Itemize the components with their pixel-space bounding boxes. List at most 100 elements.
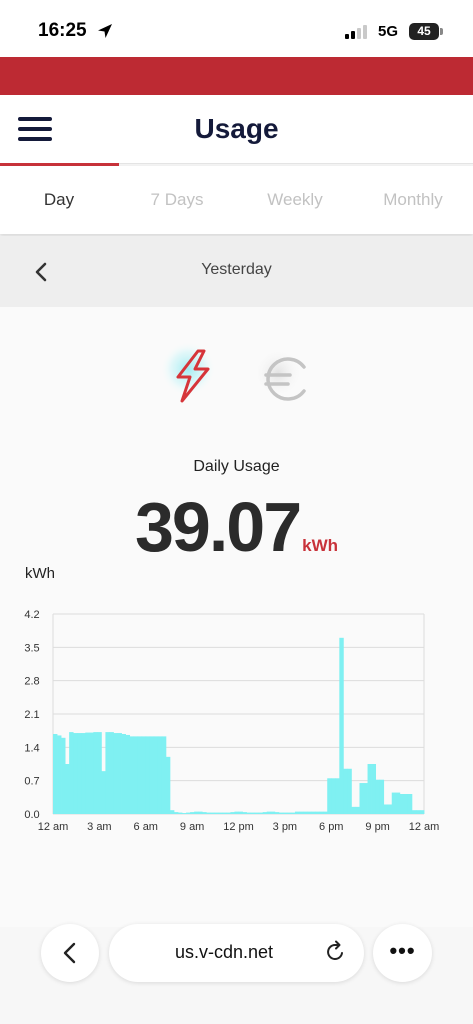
- usage-bar[interactable]: [117, 733, 122, 814]
- usage-bar[interactable]: [234, 811, 239, 814]
- usage-bar[interactable]: [290, 812, 296, 814]
- usage-bar[interactable]: [194, 811, 199, 814]
- usage-bar[interactable]: [157, 736, 163, 814]
- usage-bar[interactable]: [391, 792, 397, 814]
- usage-bar[interactable]: [331, 778, 336, 814]
- euro-icon[interactable]: [252, 347, 316, 411]
- usage-bar[interactable]: [105, 732, 110, 814]
- usage-bar[interactable]: [262, 812, 268, 814]
- usage-bar[interactable]: [121, 734, 126, 814]
- usage-bar[interactable]: [311, 811, 316, 814]
- usage-bar[interactable]: [97, 732, 102, 814]
- usage-bar[interactable]: [214, 812, 219, 814]
- usage-bar[interactable]: [85, 732, 90, 814]
- usage-bar[interactable]: [61, 737, 66, 814]
- usage-bar[interactable]: [238, 811, 243, 814]
- usage-bar[interactable]: [351, 806, 356, 814]
- usage-bar[interactable]: [303, 811, 308, 814]
- usage-bar[interactable]: [242, 812, 247, 814]
- usage-bar[interactable]: [415, 810, 421, 814]
- usage-bar[interactable]: [250, 812, 256, 814]
- usage-bar[interactable]: [73, 733, 78, 814]
- usage-bar[interactable]: [294, 811, 300, 814]
- usage-bar[interactable]: [278, 812, 284, 814]
- lightning-icon[interactable]: [158, 343, 222, 407]
- usage-bar[interactable]: [419, 810, 425, 814]
- tab-weekly[interactable]: Weekly: [240, 190, 350, 210]
- usage-bar[interactable]: [274, 812, 280, 814]
- usage-bar[interactable]: [210, 812, 215, 814]
- usage-bar[interactable]: [282, 812, 288, 814]
- usage-bar[interactable]: [113, 733, 118, 814]
- usage-bar[interactable]: [246, 812, 251, 814]
- usage-bar[interactable]: [375, 779, 381, 814]
- usage-bar[interactable]: [359, 783, 364, 814]
- usage-bar[interactable]: [89, 732, 94, 814]
- usage-bar[interactable]: [165, 756, 171, 814]
- browser-back-button[interactable]: [41, 924, 99, 982]
- usage-bar[interactable]: [101, 771, 106, 814]
- usage-bar[interactable]: [81, 733, 86, 814]
- usage-bar[interactable]: [258, 812, 264, 814]
- usage-bar[interactable]: [57, 735, 62, 814]
- usage-bar[interactable]: [286, 812, 292, 814]
- usage-bar[interactable]: [141, 736, 147, 814]
- usage-bar[interactable]: [327, 778, 332, 814]
- usage-bar[interactable]: [202, 812, 207, 814]
- usage-bar[interactable]: [182, 813, 187, 814]
- usage-bar[interactable]: [161, 736, 167, 814]
- usage-bar[interactable]: [367, 764, 372, 814]
- usage-bar[interactable]: [343, 768, 348, 814]
- usage-bar[interactable]: [169, 810, 175, 814]
- usage-bar[interactable]: [109, 732, 114, 814]
- usage-bar[interactable]: [407, 794, 413, 814]
- usage-bar[interactable]: [383, 804, 389, 814]
- usage-bar[interactable]: [178, 812, 183, 814]
- usage-bar[interactable]: [53, 734, 58, 814]
- usage-bar[interactable]: [145, 736, 151, 814]
- usage-bar[interactable]: [363, 783, 368, 814]
- usage-bar[interactable]: [125, 734, 131, 814]
- usage-bar[interactable]: [371, 764, 377, 814]
- usage-bar[interactable]: [266, 811, 272, 814]
- usage-bar[interactable]: [315, 811, 320, 814]
- usage-bar[interactable]: [218, 812, 223, 814]
- usage-bar[interactable]: [222, 812, 227, 814]
- usage-bar[interactable]: [379, 779, 385, 814]
- usage-bar[interactable]: [129, 736, 135, 814]
- usage-bar[interactable]: [173, 812, 179, 814]
- usage-bar[interactable]: [254, 812, 260, 814]
- usage-bar[interactable]: [226, 812, 231, 814]
- reload-icon[interactable]: [323, 940, 347, 964]
- usage-bar[interactable]: [186, 812, 191, 814]
- usage-bar[interactable]: [69, 732, 74, 814]
- usage-bar[interactable]: [411, 810, 417, 814]
- usage-bar[interactable]: [387, 804, 393, 814]
- usage-bar[interactable]: [307, 811, 312, 814]
- usage-bar[interactable]: [149, 736, 155, 814]
- usage-bar[interactable]: [319, 811, 324, 814]
- usage-bar[interactable]: [395, 792, 401, 814]
- usage-bar[interactable]: [399, 794, 405, 814]
- more-button[interactable]: •••: [373, 924, 432, 982]
- usage-bar[interactable]: [137, 736, 143, 814]
- usage-bar[interactable]: [65, 764, 70, 814]
- usage-bar[interactable]: [77, 733, 82, 814]
- usage-bar[interactable]: [355, 806, 360, 814]
- usage-bar[interactable]: [133, 736, 139, 814]
- tab-7-days[interactable]: 7 Days: [122, 190, 232, 210]
- tab-monthly[interactable]: Monthly: [358, 190, 468, 210]
- usage-bar[interactable]: [339, 637, 344, 814]
- tab-day[interactable]: Day: [4, 190, 114, 210]
- usage-bar[interactable]: [323, 811, 328, 814]
- usage-bar[interactable]: [153, 736, 159, 814]
- usage-bar[interactable]: [347, 768, 352, 814]
- usage-bar[interactable]: [206, 812, 211, 814]
- usage-bar[interactable]: [230, 812, 235, 814]
- usage-bar[interactable]: [270, 811, 276, 814]
- usage-bar[interactable]: [93, 732, 98, 814]
- usage-bar[interactable]: [198, 811, 203, 814]
- usage-bar[interactable]: [298, 811, 304, 814]
- usage-bar[interactable]: [335, 778, 340, 814]
- address-bar[interactable]: us.v-cdn.net: [109, 924, 364, 982]
